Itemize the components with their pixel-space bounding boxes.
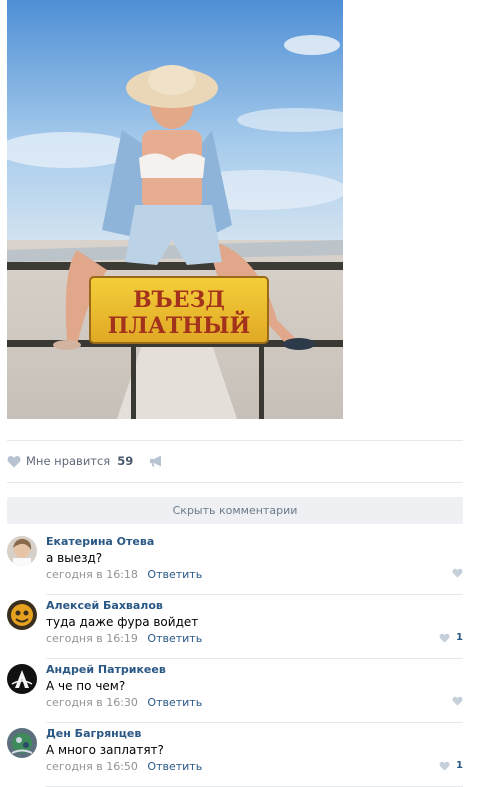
hide-comments-button[interactable]: Скрыть комментарии [7, 497, 463, 524]
heart-icon [439, 761, 450, 771]
reply-link[interactable]: Ответить [147, 696, 202, 709]
comment-text: А много заплатят? [46, 743, 164, 757]
comment-author[interactable]: Ден Багрянцев [46, 727, 141, 740]
avatar[interactable] [7, 728, 37, 758]
comment: Екатерина Отева а выезд? сегодня в 16:18… [7, 531, 463, 595]
reply-link[interactable]: Ответить [147, 760, 202, 773]
comment-like-button[interactable]: 1 [439, 760, 463, 771]
like-label: Мне нравится [26, 454, 111, 468]
like-button[interactable]: Мне нравится 59 [7, 454, 133, 468]
sign-line-1: ВЪЕЗД [133, 287, 225, 313]
heart-icon [7, 455, 21, 467]
comment-meta: сегодня в 16:50 Ответить [46, 760, 202, 773]
post-photo[interactable]: ВЪЕЗД ПЛАТНЫЙ [7, 0, 343, 419]
comment: Алексей Бахвалов туда даже фура войдет с… [7, 595, 463, 659]
comment-time[interactable]: сегодня в 16:50 [46, 760, 138, 773]
avatar[interactable] [7, 664, 37, 694]
comment-author[interactable]: Андрей Патрикеев [46, 663, 166, 676]
comment-meta: сегодня в 16:19 Ответить [46, 632, 202, 645]
comment: Ден Багрянцев А много заплатят? сегодня … [7, 723, 463, 787]
comment-text: а выезд? [46, 551, 103, 565]
heart-icon [439, 633, 450, 643]
divider [7, 482, 463, 483]
like-count: 59 [117, 454, 134, 468]
comment-time[interactable]: сегодня в 16:30 [46, 696, 138, 709]
reply-link[interactable]: Ответить [147, 568, 202, 581]
comment-text: туда даже фура войдет [46, 615, 199, 629]
comment-time[interactable]: сегодня в 16:19 [46, 632, 138, 645]
comment-author[interactable]: Алексей Бахвалов [46, 599, 163, 612]
comment-author[interactable]: Екатерина Отева [46, 535, 154, 548]
heart-icon [452, 568, 463, 578]
megaphone-icon [150, 455, 162, 467]
post-actions: Мне нравится 59 [7, 452, 163, 470]
comment-time[interactable]: сегодня в 16:18 [46, 568, 138, 581]
comment-text: А че по чем? [46, 679, 126, 693]
heart-icon [452, 696, 463, 706]
comment-like-button[interactable] [452, 568, 463, 578]
comment-like-count: 1 [456, 632, 463, 643]
comment-meta: сегодня в 16:30 Ответить [46, 696, 202, 709]
avatar[interactable] [7, 600, 37, 630]
divider [7, 440, 463, 441]
comment-like-count: 1 [456, 760, 463, 771]
comment-like-button[interactable] [452, 696, 463, 706]
share-button[interactable] [149, 455, 163, 467]
avatar[interactable] [7, 536, 37, 566]
comment-meta: сегодня в 16:18 Ответить [46, 568, 202, 581]
comment: Андрей Патрикеев А че по чем? сегодня в … [7, 659, 463, 723]
comment-like-button[interactable]: 1 [439, 632, 463, 643]
reply-link[interactable]: Ответить [147, 632, 202, 645]
sign-line-2: ПЛАТНЫЙ [108, 310, 251, 339]
